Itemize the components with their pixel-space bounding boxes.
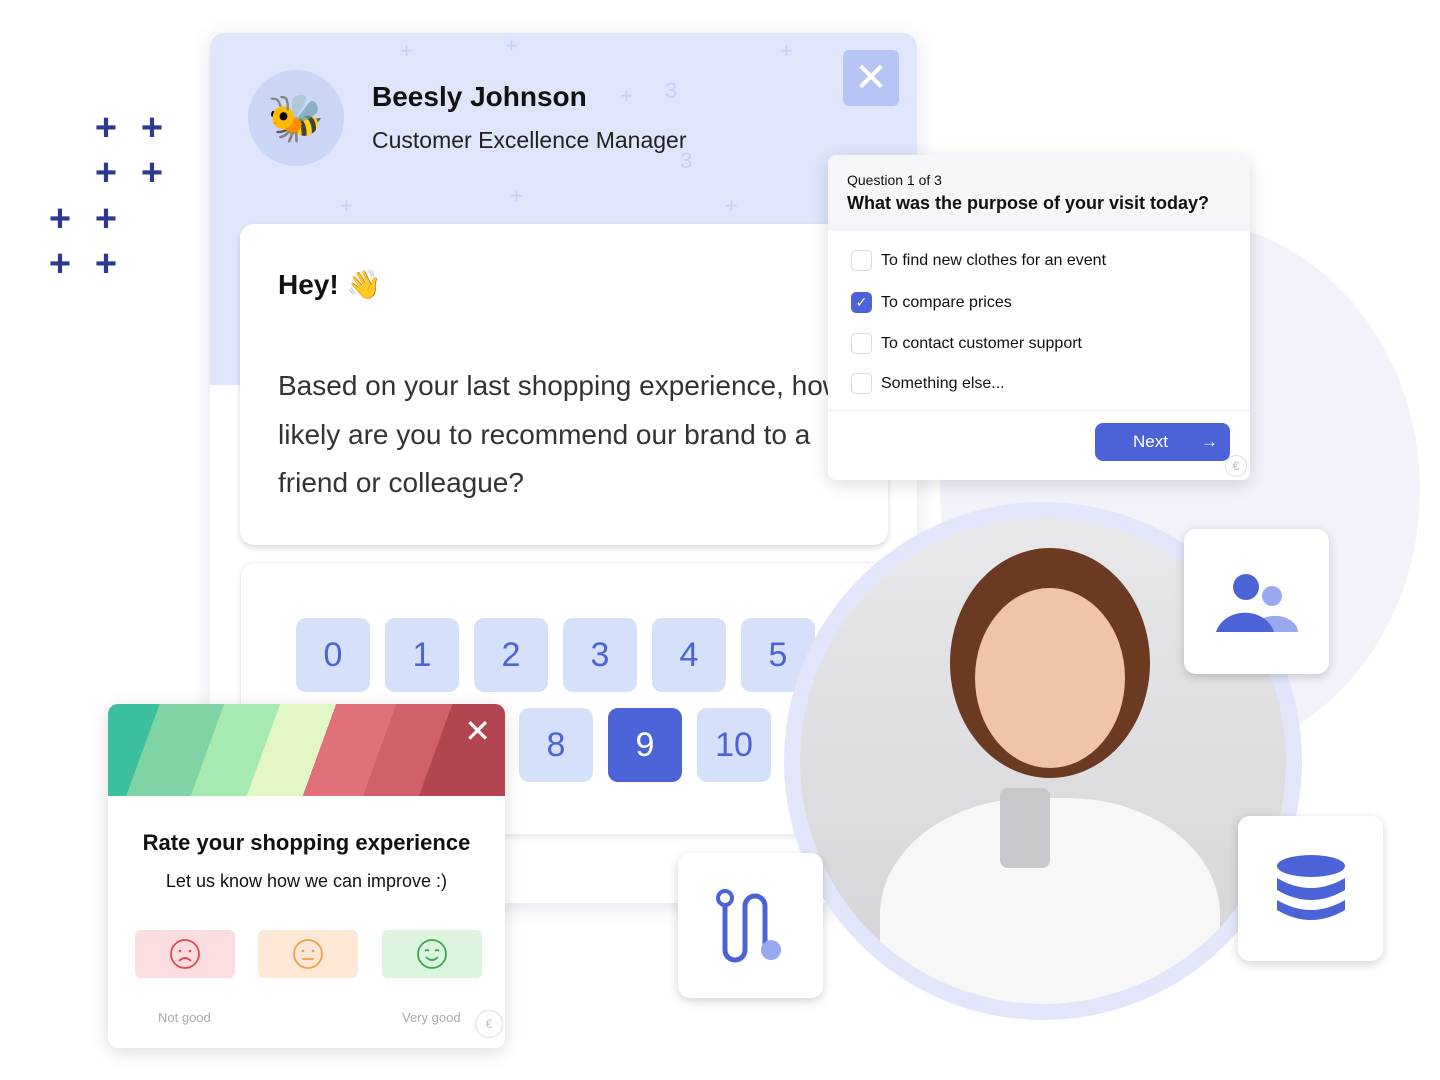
message-line: friend or colleague? [278,467,524,498]
option-checkbox[interactable]: To find new clothes for an event [851,250,1106,271]
route-icon [715,888,781,962]
brand-logo-icon: € [475,1010,503,1038]
score-button[interactable]: 0 [296,618,370,692]
message-line: likely are you to recommend our brand to… [278,418,811,450]
plus-icon: + [94,243,118,285]
users-icon [1215,573,1298,632]
option-checkbox[interactable]: To contact customer support [851,333,1082,354]
agent-title: Customer Excellence Manager [372,127,687,153]
database-card [1238,816,1383,961]
close-button[interactable]: ✕ [843,50,899,106]
arrow-right-icon: → [1201,432,1218,451]
plus-icon: + [94,198,118,240]
score-button[interactable]: 3 [563,618,637,692]
checkbox-checked-icon[interactable]: ✓ [851,292,872,313]
happy-face-icon [417,939,447,969]
close-icon[interactable]: ✕ [464,712,491,750]
score-button[interactable]: 1 [385,618,459,692]
plus-icon: + [94,107,118,149]
agent-name: Beesly Johnson [372,81,587,112]
neutral-face-icon [293,939,323,969]
option-label: To find new clothes for an event [881,251,1107,269]
rating-card: ✕ Rate your shopping experience Let us k… [108,704,505,1048]
score-button[interactable]: 2 [474,618,548,692]
rating-neutral-button[interactable] [258,930,358,978]
question-card: Question 1 of 3 What was the purpose of … [828,155,1250,480]
close-icon: ✕ [854,56,888,100]
checkbox-icon[interactable] [851,373,872,394]
checkbox-icon[interactable] [851,333,872,354]
question-counter: Question 1 of 3 [847,172,942,188]
question-title: What was the purpose of your visit today… [847,193,1210,213]
option-checkbox[interactable]: Something else... [851,373,1005,394]
checkbox-icon[interactable] [851,250,872,271]
option-label: Something else... [881,374,1005,392]
rating-bad-button[interactable] [135,930,235,978]
message-card: Hey! 👋 Based on your last shopping exper… [240,224,888,545]
plus-icon: + [48,198,72,240]
high-label: Very good [402,1010,461,1025]
brand-logo-icon: € [1225,455,1247,477]
users-card [1184,529,1329,674]
database-icon [1276,854,1345,920]
plus-icon: + [94,152,118,194]
message-line: Based on your last shopping experience, … [278,370,844,401]
greeting: Hey! 👋 [278,269,382,300]
score-button[interactable]: 10 [697,708,771,782]
journey-card [678,853,823,998]
plus-icon: + [48,243,72,285]
score-button-selected[interactable]: 9 [608,708,682,782]
rating-title: Rate your shopping experience [142,830,471,855]
plus-icon: + [140,152,164,194]
rating-subtitle: Let us know how we can improve :) [165,871,448,891]
next-button[interactable]: Next → [1095,423,1230,461]
plus-icon: + [140,107,164,149]
next-label: Next [1133,432,1168,451]
option-label: To contact customer support [881,334,1082,352]
rating-banner [108,704,505,796]
score-button[interactable]: 8 [519,708,593,782]
option-label: To compare prices [881,293,1012,311]
divider [828,410,1250,411]
score-button[interactable]: 4 [652,618,726,692]
message-text: Based on your last shopping experience, … [278,362,917,508]
option-checkbox[interactable]: ✓ To compare prices [851,292,1012,313]
agent-avatar: 🐝 [248,70,344,166]
sad-face-icon [170,939,200,969]
rating-good-button[interactable] [382,930,482,978]
low-label: Not good [158,1010,211,1025]
